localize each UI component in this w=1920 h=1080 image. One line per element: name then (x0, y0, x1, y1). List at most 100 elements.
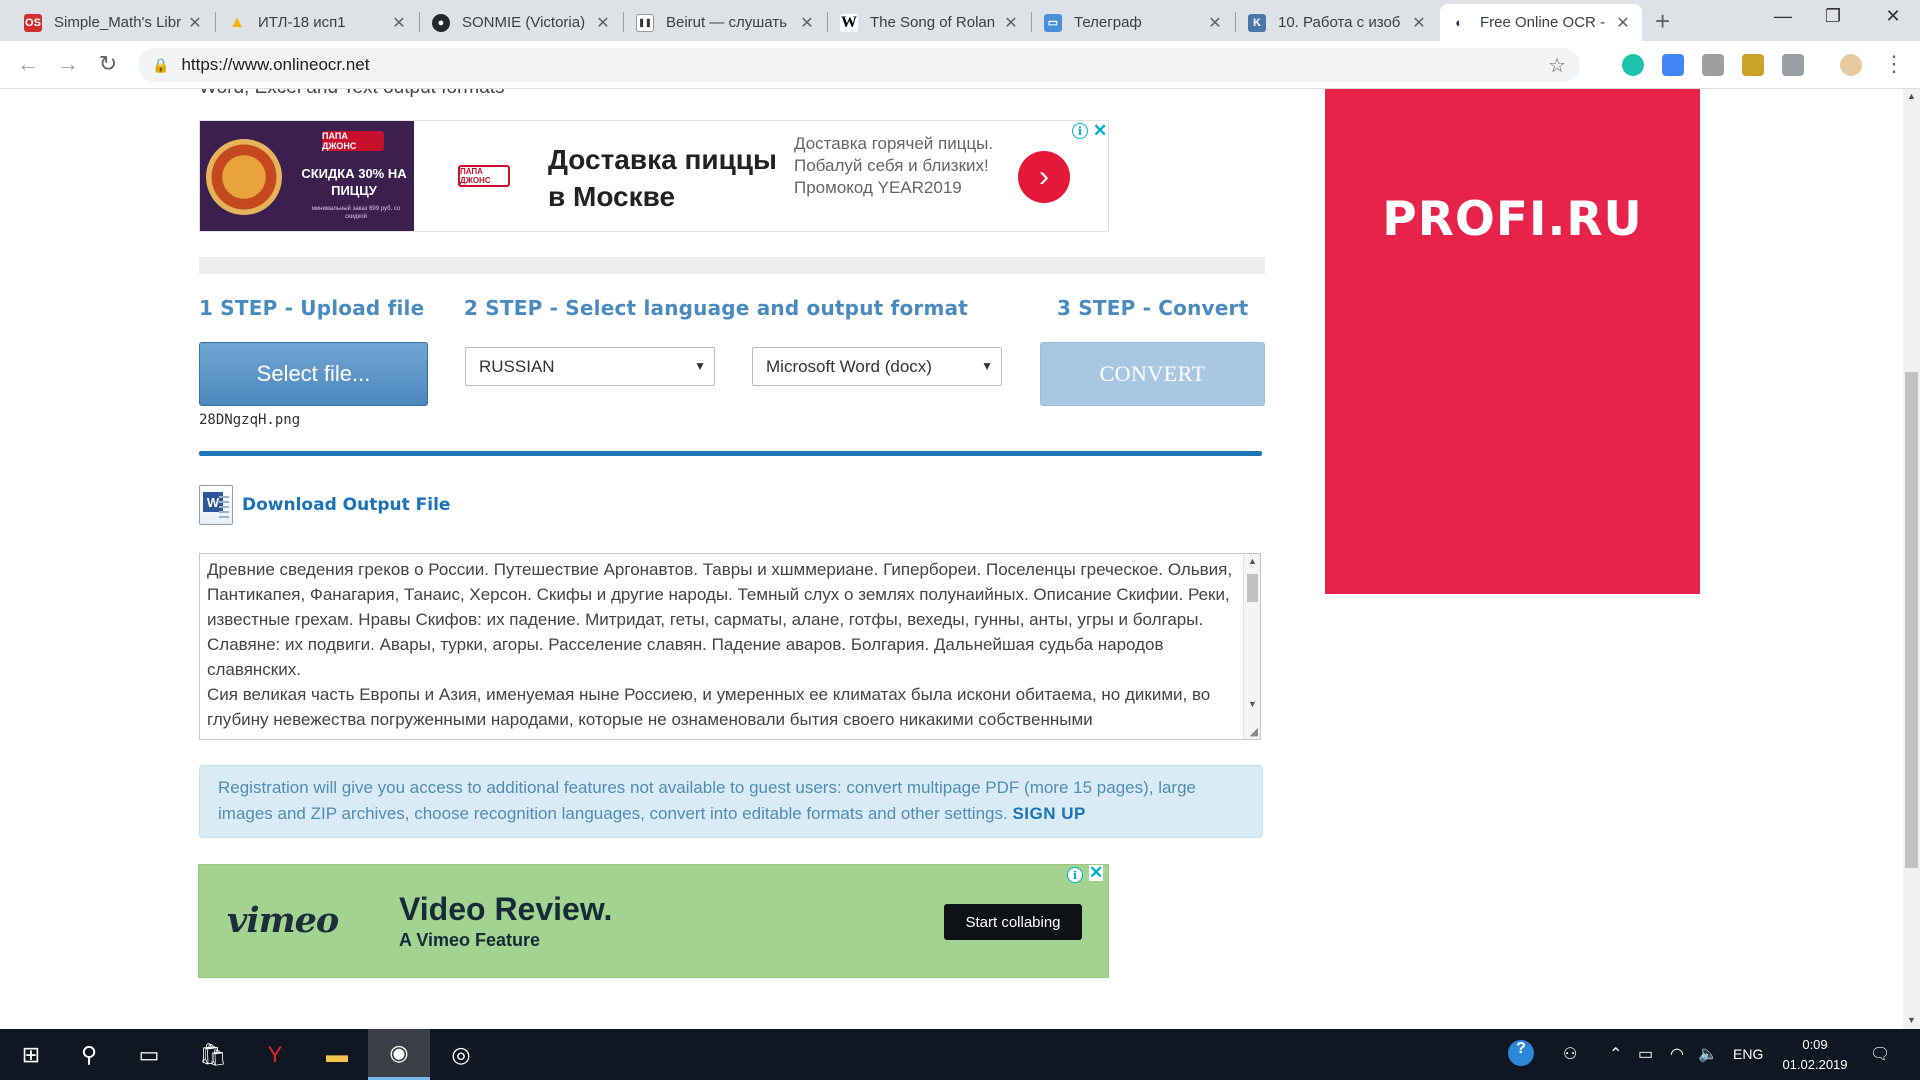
tab-strip: OS Simple_Math's Libr ✕ ▲ ИТЛ-18 исп1 ✕ … (0, 0, 1920, 41)
menu-icon[interactable]: ⋮ (1880, 51, 1908, 77)
select-file-button[interactable]: Select file... (199, 342, 428, 406)
output-format-select[interactable]: Microsoft Word (docx) ▼ (752, 347, 1002, 386)
language-select[interactable]: RUSSIAN ▼ (465, 347, 715, 386)
volume-icon[interactable]: 🔈 (1698, 1044, 1718, 1064)
word-document-icon[interactable]: W (199, 485, 233, 525)
translate-icon[interactable] (1662, 54, 1684, 76)
browser-tab[interactable]: K 10. Работа с изоб ✕ (1238, 4, 1438, 41)
ad-headline[interactable]: Доставка пиццы в Москве (548, 141, 798, 215)
chevron-up-icon[interactable]: ⌃ (1609, 1044, 1622, 1064)
browser-tab[interactable]: ▲ ИТЛ-18 исп1 ✕ (218, 4, 418, 41)
adchoices-icon[interactable]: i (1072, 123, 1088, 139)
close-tab-icon[interactable]: ✕ (594, 13, 612, 33)
wifi-icon[interactable]: ◠ (1670, 1044, 1684, 1064)
battery-icon[interactable]: ▭ (1638, 1044, 1653, 1064)
papa-johns-logo: ПАПА ДЖОНС (458, 165, 510, 187)
tab-title: Телеграф (1074, 14, 1142, 31)
github-icon: ● (432, 13, 450, 32)
pizza-image (206, 139, 282, 215)
registration-notice: Registration will give you access to add… (199, 765, 1263, 838)
browser-tab[interactable]: W The Song of Rolan ✕ (830, 4, 1030, 41)
start-collabing-button[interactable]: Start collabing (944, 904, 1082, 940)
tab-title: ИТЛ-18 исп1 (258, 14, 346, 31)
chevron-right-icon[interactable]: › (1018, 151, 1070, 203)
notifications-icon[interactable]: 🗨 (1870, 1044, 1890, 1064)
close-tab-icon[interactable]: ✕ (186, 13, 204, 33)
shield-icon[interactable] (1782, 54, 1804, 76)
selected-filename: 28DNgzqH.png (199, 412, 301, 428)
sign-up-link[interactable]: SIGN UP (1012, 804, 1085, 823)
ad-promo-small: минимальный заказ 699 руб. со скидкой (311, 206, 401, 220)
back-icon[interactable]: ← (14, 51, 42, 77)
ad-banner-vimeo[interactable]: vimeo Video Review. A Vimeo Feature Star… (198, 864, 1109, 978)
google-drive-icon: ▲ (229, 13, 245, 31)
convert-button[interactable]: CONVERT (1040, 342, 1265, 406)
new-tab-button[interactable]: + (1655, 6, 1670, 37)
textarea-scrollbar[interactable]: ▲ ▼ (1243, 554, 1260, 739)
reload-icon[interactable]: ↻ (94, 51, 122, 77)
restore-icon[interactable]: ❐ (1810, 6, 1856, 27)
close-tab-icon[interactable]: ✕ (1410, 13, 1428, 33)
language-indicator[interactable]: ENG (1733, 1046, 1763, 1062)
extension-icon[interactable] (1622, 54, 1644, 76)
bookmark-star-icon[interactable]: ☆ (1548, 53, 1566, 78)
scrollbar-thumb[interactable] (1247, 574, 1258, 602)
search-icon[interactable]: ⚲ (58, 1029, 120, 1080)
tab-title: 10. Работа с изоб (1278, 14, 1401, 31)
close-tab-icon[interactable]: ✕ (1002, 13, 1020, 33)
browser-tab[interactable]: OS Simple_Math's Libr ✕ (14, 4, 214, 41)
file-explorer-icon[interactable]: ▬ (306, 1029, 368, 1080)
scroll-down-icon[interactable]: ▼ (1903, 1015, 1920, 1025)
sidebar-ad-profi[interactable]: PROFI.RU (1325, 89, 1700, 594)
language-value: RUSSIAN (479, 356, 555, 376)
adchoices-icon[interactable]: i (1067, 867, 1083, 883)
close-tab-icon[interactable]: ✕ (390, 13, 408, 33)
store-icon[interactable]: 🛍 (182, 1029, 244, 1080)
tab-title: Simple_Math's Libr (54, 14, 182, 31)
tab-separator (623, 12, 624, 32)
people-icon[interactable]: ⚇ (1563, 1044, 1577, 1064)
yandex-browser-icon[interactable]: Y (244, 1029, 306, 1080)
close-tab-icon[interactable]: ✕ (1614, 13, 1632, 33)
app-icon[interactable]: ◎ (430, 1029, 492, 1080)
task-view-icon[interactable]: ▭ (118, 1029, 180, 1080)
forward-icon[interactable]: → (54, 51, 82, 77)
close-tab-icon[interactable]: ✕ (1206, 13, 1224, 33)
scroll-up-icon[interactable]: ▲ (1244, 556, 1260, 566)
extension-icon[interactable] (1742, 54, 1764, 76)
step-2-heading: 2 STEP - Select language and output form… (464, 296, 968, 320)
scroll-up-icon[interactable]: ▲ (1903, 91, 1920, 101)
browser-tab[interactable]: ● SONMIE (Victoria) ✕ (422, 4, 622, 41)
resize-grip-icon[interactable]: ◢ (1250, 725, 1258, 738)
avatar[interactable] (1840, 54, 1862, 76)
url-text[interactable]: https://www.onlineocr.net (181, 55, 369, 75)
clock-time: 0:09 (1802, 1037, 1828, 1052)
dropdown-arrow-icon: ▼ (694, 359, 706, 373)
close-window-icon[interactable]: ✕ (1870, 6, 1916, 27)
browser-tab[interactable]: ❚❚ Beirut — слушать ✕ (626, 4, 826, 41)
close-ad-icon[interactable]: ✕ (1089, 864, 1104, 881)
chrome-icon[interactable]: ◉ (368, 1029, 430, 1080)
ocr-result-text[interactable]: Древние сведения греков о России. Путеше… (207, 557, 1233, 732)
clock[interactable]: 0:09 01.02.2019 (1775, 1035, 1855, 1075)
browser-tab[interactable]: ▭ Телеграф ✕ (1034, 4, 1234, 41)
close-tab-icon[interactable]: ✕ (798, 13, 816, 33)
download-label[interactable]: Download Output File (242, 495, 450, 515)
scroll-down-icon[interactable]: ▼ (1244, 699, 1260, 709)
ocr-result-textarea[interactable]: Древние сведения греков о России. Путеше… (199, 553, 1261, 740)
lock-icon[interactable]: 🔒 (152, 57, 169, 74)
extension-icon[interactable] (1702, 54, 1724, 76)
windows-start-icon[interactable]: ⊞ (0, 1029, 62, 1080)
minimize-icon[interactable]: — (1760, 6, 1806, 27)
browser-tab-active[interactable]: ◐ Free Online OCR - ✕ (1440, 4, 1642, 41)
ad-banner-pizza[interactable]: ПАПА ДЖОНС СКИДКА 30% НА ПИЦЦУ минимальн… (199, 120, 1109, 232)
tab-separator (1235, 12, 1236, 32)
download-output-link[interactable]: W Download Output File (199, 485, 450, 525)
address-bar[interactable]: 🔒 https://www.onlineocr.net ☆ (138, 48, 1580, 82)
step-1-heading: 1 STEP - Upload file (199, 296, 425, 320)
page-scrollbar[interactable]: ▲ ▼ (1903, 89, 1920, 1029)
help-icon[interactable]: ? (1508, 1040, 1534, 1066)
scrollbar-thumb[interactable] (1905, 372, 1918, 868)
tab-title: SONMIE (Victoria) (462, 14, 586, 31)
close-ad-icon[interactable]: ✕ (1093, 121, 1107, 141)
